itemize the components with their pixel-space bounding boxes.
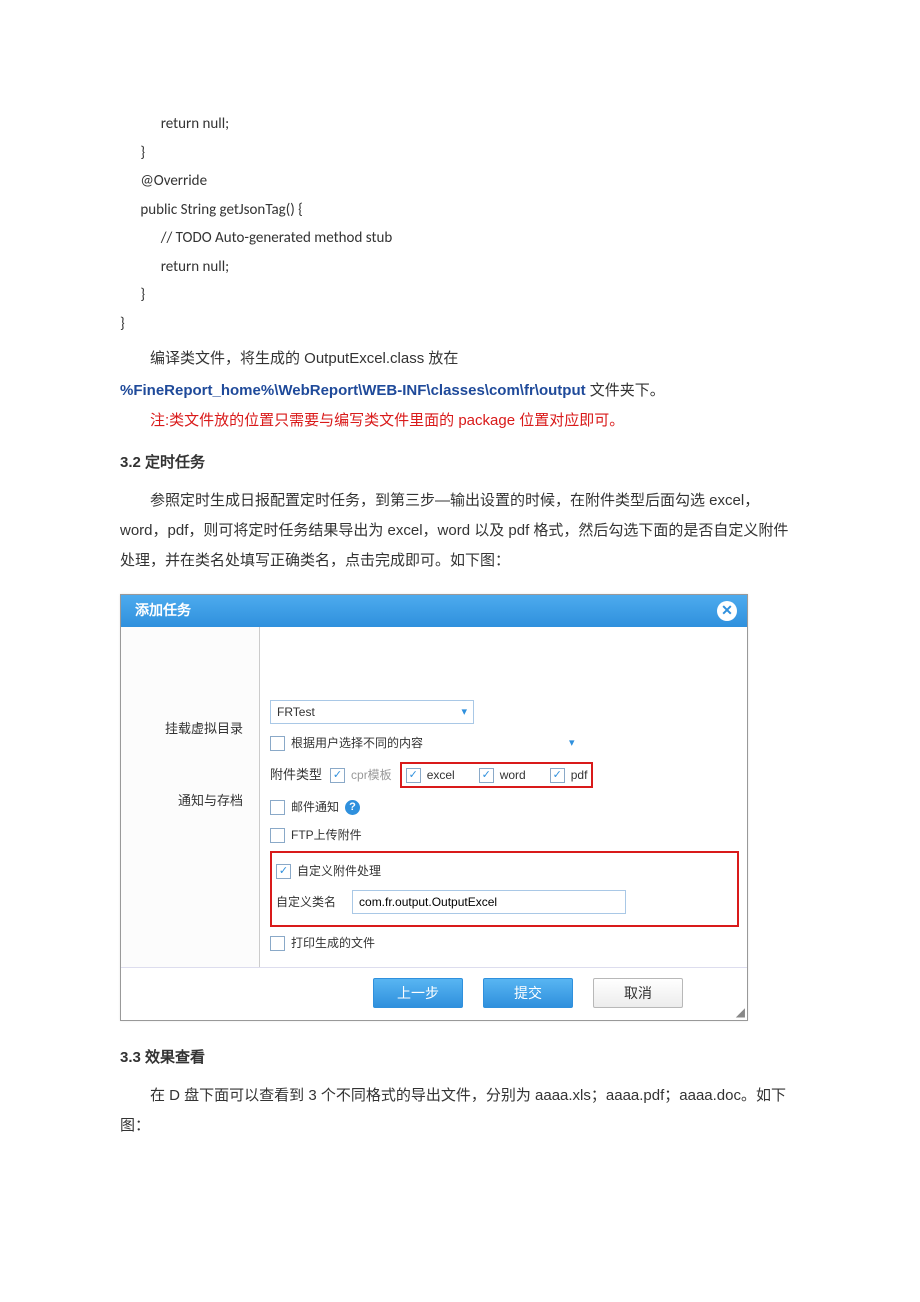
highlight-formats: ✓ excel ✓ word ✓ pdf [400, 762, 594, 788]
label-vdir: 挂载虚拟目录 [121, 713, 251, 747]
classpath: %FineReport_home%\WebReport\WEB-INF\clas… [120, 382, 586, 399]
checkbox-cpr[interactable]: ✓ [330, 768, 345, 783]
heading-3-3: 3.3 效果查看 [120, 1043, 800, 1073]
close-icon[interactable]: ✕ [717, 601, 737, 621]
label-cpr: cpr模板 [351, 766, 392, 784]
checkbox-word[interactable]: ✓ [479, 768, 494, 783]
paragraph-steps: 参照定时生成日报配置定时任务，到第三步—输出设置的时候，在附件类型后面勾选 ex… [120, 486, 800, 576]
chevron-down-icon[interactable]: ▾ [569, 735, 575, 752]
label-ftp: FTP上传附件 [291, 826, 362, 844]
vdir-combo[interactable]: FRTest ▾ [270, 700, 474, 724]
highlight-custom: ✓ 自定义附件处理 自定义类名 [270, 851, 739, 927]
dialog-title: 添加任务 [135, 601, 191, 621]
checkbox-userchoose[interactable] [270, 736, 285, 751]
label-custom: 自定义附件处理 [297, 862, 381, 880]
dialog-left-column: 挂载虚拟目录 通知与存档 [121, 627, 260, 967]
add-task-dialog: 添加任务 ✕ 挂载虚拟目录 通知与存档 FRTest ▾ 根据用户 [120, 594, 748, 1021]
classpath-suffix: 文件夹下。 [590, 382, 665, 399]
label-notify: 通知与存档 [121, 785, 251, 819]
vdir-combo-value: FRTest [277, 703, 315, 721]
dialog-right-column: FRTest ▾ 根据用户选择不同的内容 ▾ 附件类型 ✓ cpr模板 [260, 627, 747, 967]
label-excel: excel [427, 766, 455, 784]
label-word: word [500, 766, 526, 784]
classpath-line: %FineReport_home%\WebReport\WEB-INF\clas… [120, 376, 800, 406]
help-icon[interactable]: ? [345, 800, 360, 815]
label-custom-class: 自定义类名 [276, 893, 336, 911]
resize-icon[interactable]: ◢ [736, 1006, 745, 1018]
checkbox-ftp[interactable] [270, 828, 285, 843]
label-attach-type: 附件类型 [270, 765, 322, 785]
paragraph-result: 在 D 盘下面可以查看到 3 个不同格式的导出文件，分别为 aaaa.xls；a… [120, 1081, 800, 1141]
label-mail: 邮件通知 [291, 798, 339, 816]
dialog-titlebar: 添加任务 ✕ [121, 595, 747, 627]
custom-class-input[interactable] [352, 890, 626, 914]
heading-3-2: 3.2 定时任务 [120, 448, 800, 478]
checkbox-print[interactable] [270, 936, 285, 951]
chevron-down-icon: ▾ [461, 704, 467, 721]
paragraph-compile: 编译类文件，将生成的 OutputExcel.class 放在 [120, 344, 800, 374]
label-print: 打印生成的文件 [291, 934, 375, 952]
checkbox-pdf[interactable]: ✓ [550, 768, 565, 783]
label-pdf: pdf [571, 766, 588, 784]
cancel-button[interactable]: 取消 [593, 978, 683, 1008]
checkbox-mail[interactable] [270, 800, 285, 815]
dialog-footer: 上一步 提交 取消 [121, 967, 747, 1020]
note-line: 注:类文件放的位置只需要与编写类文件里面的 package 位置对应即可。 [150, 406, 800, 436]
code-block: return null; } @Override public String g… [120, 110, 800, 338]
prev-button[interactable]: 上一步 [373, 978, 463, 1008]
checkbox-excel[interactable]: ✓ [406, 768, 421, 783]
checkbox-custom[interactable]: ✓ [276, 864, 291, 879]
label-userchoose: 根据用户选择不同的内容 [291, 734, 423, 752]
submit-button[interactable]: 提交 [483, 978, 573, 1008]
